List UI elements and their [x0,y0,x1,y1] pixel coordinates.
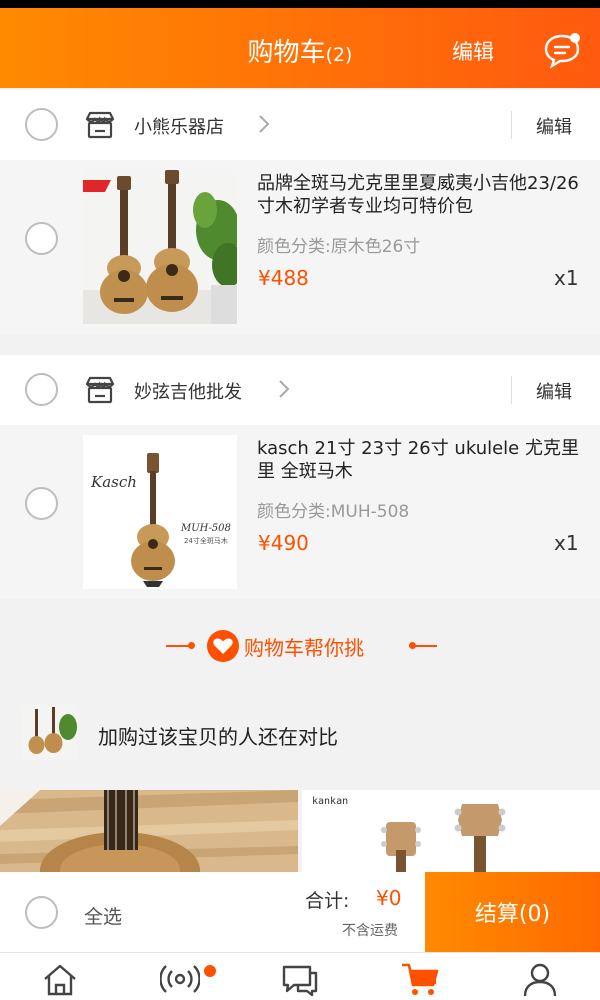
heart-icon [207,630,239,662]
shop-checkbox[interactable] [25,108,58,141]
tab-bar [0,952,600,1000]
shop-edit-button[interactable]: 编辑 [536,378,572,404]
cart-helper-banner[interactable]: 购物车帮你挑 [0,600,600,688]
total-value: ¥0 [376,886,402,910]
divider [511,111,512,139]
compare-row[interactable]: 加购过该宝贝的人还在对比 [0,688,600,780]
rec-product-image[interactable] [0,790,298,872]
cart-icon [402,963,439,995]
tab-live[interactable] [120,953,240,1000]
tab-profile[interactable] [480,953,600,1000]
tab-cart[interactable] [360,953,480,1000]
page-title: 购物车(2) [0,32,600,69]
message-icon[interactable] [542,30,582,70]
shop-checkbox[interactable] [25,373,58,406]
shop-header: 妙弦吉他批发 编辑 [0,355,600,425]
product-image[interactable] [83,170,237,324]
shop-edit-button[interactable]: 编辑 [536,113,572,139]
cart-item: Kasch MUH-508 24寸全斑马木 kasch 21寸 23寸 26寸 … [0,425,600,599]
tab-home[interactable] [0,953,120,1000]
product-image[interactable]: Kasch MUH-508 24寸全斑马木 [83,435,237,589]
decor-dot [188,642,195,649]
image-brand-text: Kasch [90,473,137,491]
product-qty[interactable]: x1 [554,266,579,290]
product-price: ¥490 [258,531,309,555]
messages-icon [282,965,318,997]
store-icon [84,110,116,140]
select-all-label[interactable]: 全选 [84,902,122,929]
cart-title: 购物车 [247,38,326,68]
item-checkbox[interactable] [25,222,58,255]
checkout-button[interactable]: 结算(0) [425,872,600,952]
shop-header: 小熊乐器店 编辑 [0,90,600,160]
shop-name[interactable]: 小熊乐器店 [134,113,224,139]
shop-name[interactable]: 妙弦吉他批发 [134,378,242,404]
item-checkbox[interactable] [25,487,58,520]
image-model-text: MUH-508 [180,523,231,534]
total-label: 合计: [305,890,350,912]
chevron-right-icon[interactable] [278,379,290,399]
recommendations: kankan [0,790,600,872]
divider [511,376,512,404]
product-title[interactable]: 品牌全斑马尤克里里夏威夷小吉他23/26寸木初学者专业均可特价包 [257,172,587,218]
checkout-bar: 全选 合计: ¥0 不含运费 结算(0) [0,872,600,952]
status-bar [0,0,600,8]
chevron-right-icon[interactable] [258,114,270,134]
decor-line [409,645,437,647]
cart-count: (2) [325,44,353,66]
rec-product-image[interactable]: kankan [302,790,600,872]
profile-icon [523,963,557,997]
product-title[interactable]: kasch 21寸 23寸 26寸 ukulele 尤克里里 全斑马木 [257,437,587,483]
product-qty[interactable]: x1 [554,531,579,555]
store-icon [84,375,116,405]
notification-badge [204,965,216,977]
product-sku: 颜色分类:原木色26寸 [257,237,421,257]
edit-button[interactable]: 编辑 [452,36,494,66]
product-sku: 颜色分类:MUH-508 [257,502,410,522]
live-icon [160,965,200,993]
compare-thumbnail [21,705,77,761]
shipping-note: 不含运费 [342,923,398,939]
select-all-checkbox[interactable] [25,896,58,929]
cart-item: 品牌全斑马尤克里里夏威夷小吉他23/26寸木初学者专业均可特价包 颜色分类:原木… [0,160,600,334]
image-caption-text: 24寸全斑马木 [184,536,228,545]
helper-label: 购物车帮你挑 [244,636,364,660]
header: 购物车(2) 编辑 [0,8,600,88]
compare-text: 加购过该宝贝的人还在对比 [98,725,338,749]
home-icon [44,964,76,996]
product-price: ¥488 [258,266,309,290]
tab-messages[interactable] [240,953,360,1000]
